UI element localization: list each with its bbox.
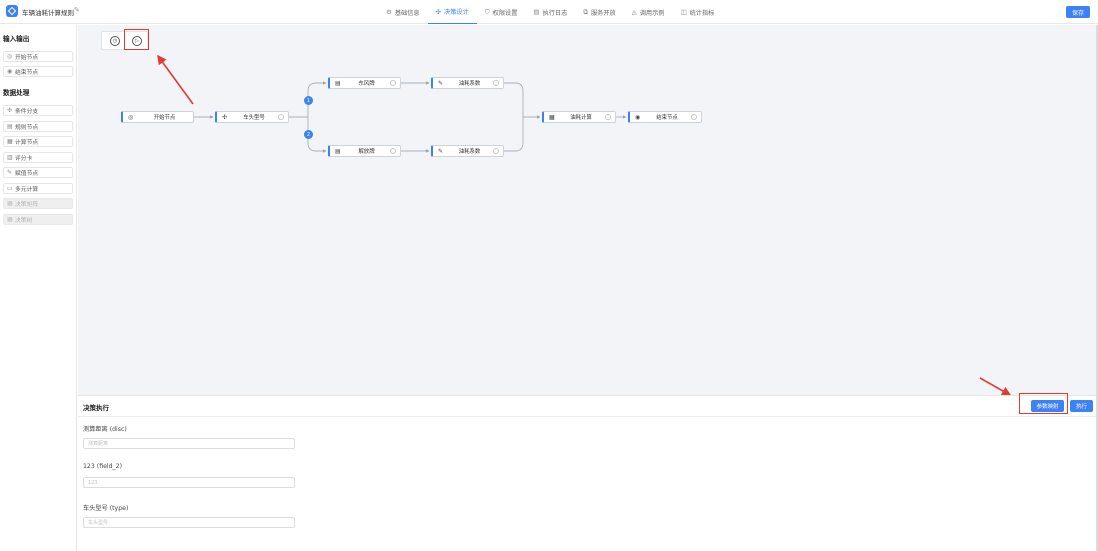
rule-icon: ▤	[335, 147, 341, 155]
sidebar-item-rule-node[interactable]: ▤ 规则节点	[3, 121, 73, 132]
circle-dot-icon: ◎	[128, 113, 134, 121]
section-title-io: 输入输出	[3, 35, 30, 43]
flow-node-assign-2[interactable]: ✎ 油耗系数	[431, 145, 504, 157]
flow-node-calc[interactable]: ▦ 油耗计算	[542, 111, 616, 123]
highlight-box-param-mapping	[1019, 393, 1068, 414]
flow-node-end[interactable]: ◉ 结束节点	[628, 111, 702, 123]
node-status-icon	[605, 114, 611, 120]
tab-statistics[interactable]: ◫ 统计指标	[672, 0, 722, 24]
panel-title: 决策执行	[83, 404, 109, 412]
node-palette-sidebar	[0, 25, 77, 551]
share-icon: ⧉	[583, 7, 588, 16]
branch-badge-2: 2	[304, 130, 313, 139]
info-icon: ⚙	[386, 8, 392, 16]
sidebar-item-decision-matrix[interactable]: ▦ 决策矩阵	[3, 198, 73, 209]
chart-icon: ◫	[680, 8, 687, 16]
tab-decision-design[interactable]: ✣ 决策设计	[427, 0, 477, 24]
sidebar-item-decision-tree[interactable]: ▦ 决策树	[3, 214, 73, 225]
assign-icon: ✎	[438, 79, 444, 87]
calc-icon: ▦	[7, 138, 13, 145]
field-label-type: 车头型号 (type)	[83, 505, 129, 512]
circle-stop-icon: ◉	[7, 68, 13, 75]
scorecard-icon: ▥	[7, 154, 13, 161]
node-status-icon	[691, 114, 697, 120]
sidebar-item-end-node[interactable]: ◉ 结束节点	[3, 66, 73, 77]
rule-icon: ▤	[7, 123, 13, 130]
flow-canvas[interactable]	[78, 25, 1096, 395]
field2-input[interactable]	[83, 477, 295, 488]
sidebar-item-condition-branch[interactable]: ✣ 条件分支	[3, 105, 73, 116]
save-button[interactable]: 保存	[1066, 6, 1090, 18]
type-input[interactable]	[83, 517, 295, 528]
tab-bar: ⚙ 基础信息 ✣ 决策设计 ⛉ 权限设置 ▤ 执行日志 ⧉ 服务开放 ◬ 调用示例 ◫ 统计指…	[378, 0, 722, 24]
field-label-disc: 测算距离 (disc)	[83, 426, 127, 433]
node-status-icon	[390, 148, 396, 154]
node-status-icon	[390, 80, 396, 86]
sidebar-item-scorecard[interactable]: ▥ 评分卡	[3, 152, 73, 163]
tab-service-open[interactable]: ⧉ 服务开放	[575, 0, 623, 24]
circle-stop-icon: ◉	[635, 113, 641, 121]
flow-node-assign-1[interactable]: ✎ 油耗系数	[431, 77, 504, 89]
flow-node-rule-jiefang[interactable]: ▤ 解放牌	[328, 145, 401, 157]
circle-dot-icon: ◎	[7, 53, 13, 60]
flow-node-branch[interactable]: ✣ 车头型号	[215, 111, 289, 123]
panel-divider	[78, 416, 1096, 417]
node-status-icon	[278, 114, 284, 120]
branch-icon: ✣	[7, 107, 13, 114]
flow-node-rule-dongfeng[interactable]: ▤ 东风牌	[328, 77, 401, 89]
highlight-box-run	[124, 29, 149, 50]
example-icon: ◬	[631, 8, 637, 16]
run-button[interactable]: 执行	[1070, 400, 1093, 412]
rule-icon: ▤	[335, 79, 341, 87]
app-title: 车辆油耗计算规则	[22, 9, 74, 17]
tab-permissions[interactable]: ⛉ 权限设置	[477, 0, 526, 24]
branch-badge-1: 1	[304, 96, 313, 105]
sidebar-item-assign-node[interactable]: ✎ 赋值节点	[3, 167, 73, 178]
log-icon: ▤	[533, 8, 540, 16]
history-icon[interactable]: ◷	[110, 36, 120, 46]
tab-basic-info[interactable]: ⚙ 基础信息	[378, 0, 428, 24]
lock-icon: ⛉	[484, 7, 490, 16]
flow-node-start[interactable]: ◎ 开始节点	[121, 111, 194, 123]
node-status-icon	[493, 148, 499, 154]
disc-input[interactable]	[83, 438, 295, 449]
branch-icon: ✣	[222, 113, 228, 121]
table-icon: ▭	[7, 185, 13, 192]
sidebar-item-multi-calc[interactable]: ▭ 多元计算	[3, 183, 73, 194]
assign-icon: ✎	[7, 169, 13, 176]
matrix-icon: ▦	[7, 200, 13, 207]
field-label-field2: 123 (field_2)	[83, 463, 122, 470]
tab-execution-log[interactable]: ▤ 执行日志	[525, 0, 575, 24]
tab-call-example[interactable]: ◬ 调用示例	[624, 0, 673, 24]
design-icon: ✣	[435, 7, 442, 16]
node-status-icon	[493, 80, 499, 86]
top-bar: 车辆油耗计算规则 ✎ ⚙ 基础信息 ✣ 决策设计 ⛉ 权限设置 ▤ 执行日志 ⧉ 服务开放…	[0, 0, 1098, 24]
sidebar-item-calc-node[interactable]: ▦ 计算节点	[3, 136, 73, 147]
tree-icon: ▦	[7, 216, 13, 223]
app-logo	[6, 5, 18, 17]
calc-icon: ▦	[549, 113, 555, 121]
assign-icon: ✎	[438, 147, 444, 155]
section-title-data-processing: 数据处理	[3, 89, 30, 97]
edit-icon[interactable]: ✎	[74, 6, 80, 14]
sidebar-item-start-node[interactable]: ◎ 开始节点	[3, 51, 73, 62]
